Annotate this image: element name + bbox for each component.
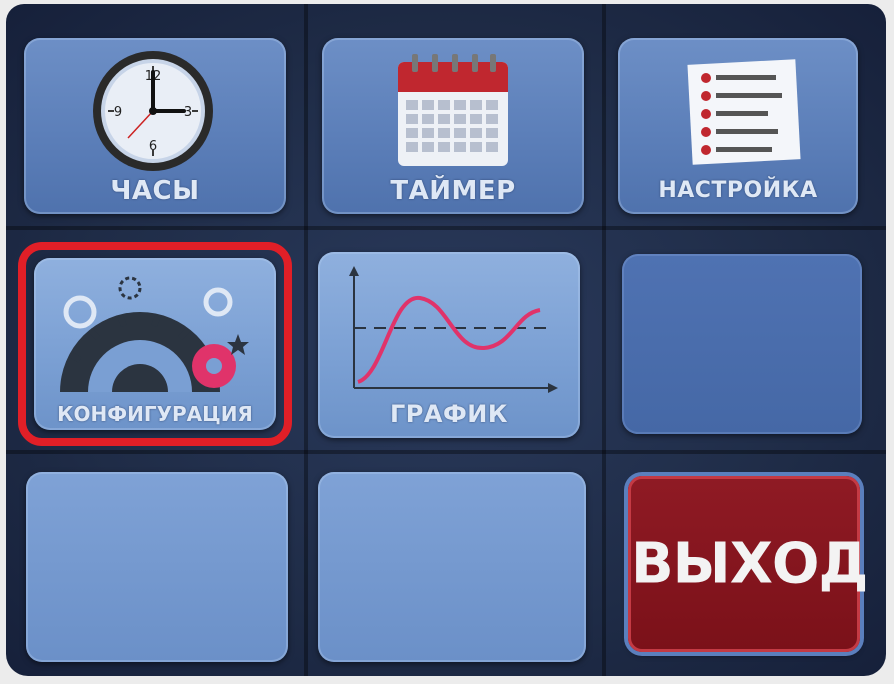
tile-label: ЧАСЫ bbox=[110, 176, 200, 206]
tile-label: ГРАФИК bbox=[390, 400, 508, 428]
tile-label: ТАЙМЕР bbox=[390, 176, 516, 206]
grid-divider bbox=[304, 4, 308, 676]
tile-timer[interactable]: ТАЙМЕР bbox=[322, 38, 584, 214]
grid-divider bbox=[6, 450, 886, 454]
clock-icon: 12 3 6 9 bbox=[93, 51, 213, 171]
tile-empty[interactable] bbox=[26, 472, 288, 662]
touch-screen: 12 3 6 9 ЧАСЫ bbox=[6, 4, 886, 676]
tile-settings[interactable]: НАСТРОЙКА bbox=[618, 38, 858, 214]
tile-graph[interactable]: ГРАФИК bbox=[318, 252, 580, 438]
device-frame: 12 3 6 9 ЧАСЫ bbox=[0, 0, 894, 684]
calendar-icon bbox=[398, 54, 508, 166]
graph-icon bbox=[349, 266, 558, 393]
tile-configuration[interactable]: КОНФИГУРАЦИЯ bbox=[34, 258, 276, 430]
exit-button[interactable]: ВЫХОД bbox=[628, 476, 868, 652]
checklist-icon bbox=[687, 59, 801, 165]
tile-label: НАСТРОЙКА bbox=[658, 178, 818, 203]
clock-number: 9 bbox=[114, 105, 122, 120]
clock-number: 6 bbox=[149, 139, 157, 154]
tile-label: КОНФИГУРАЦИЯ bbox=[57, 402, 253, 426]
gears-icon bbox=[60, 276, 249, 392]
tile-empty[interactable] bbox=[318, 472, 586, 662]
grid-divider bbox=[602, 4, 606, 676]
exit-button-label: ВЫХОД bbox=[631, 531, 868, 597]
grid-divider bbox=[6, 226, 886, 230]
tile-empty[interactable] bbox=[622, 254, 862, 434]
tile-clock[interactable]: 12 3 6 9 ЧАСЫ bbox=[24, 38, 286, 214]
